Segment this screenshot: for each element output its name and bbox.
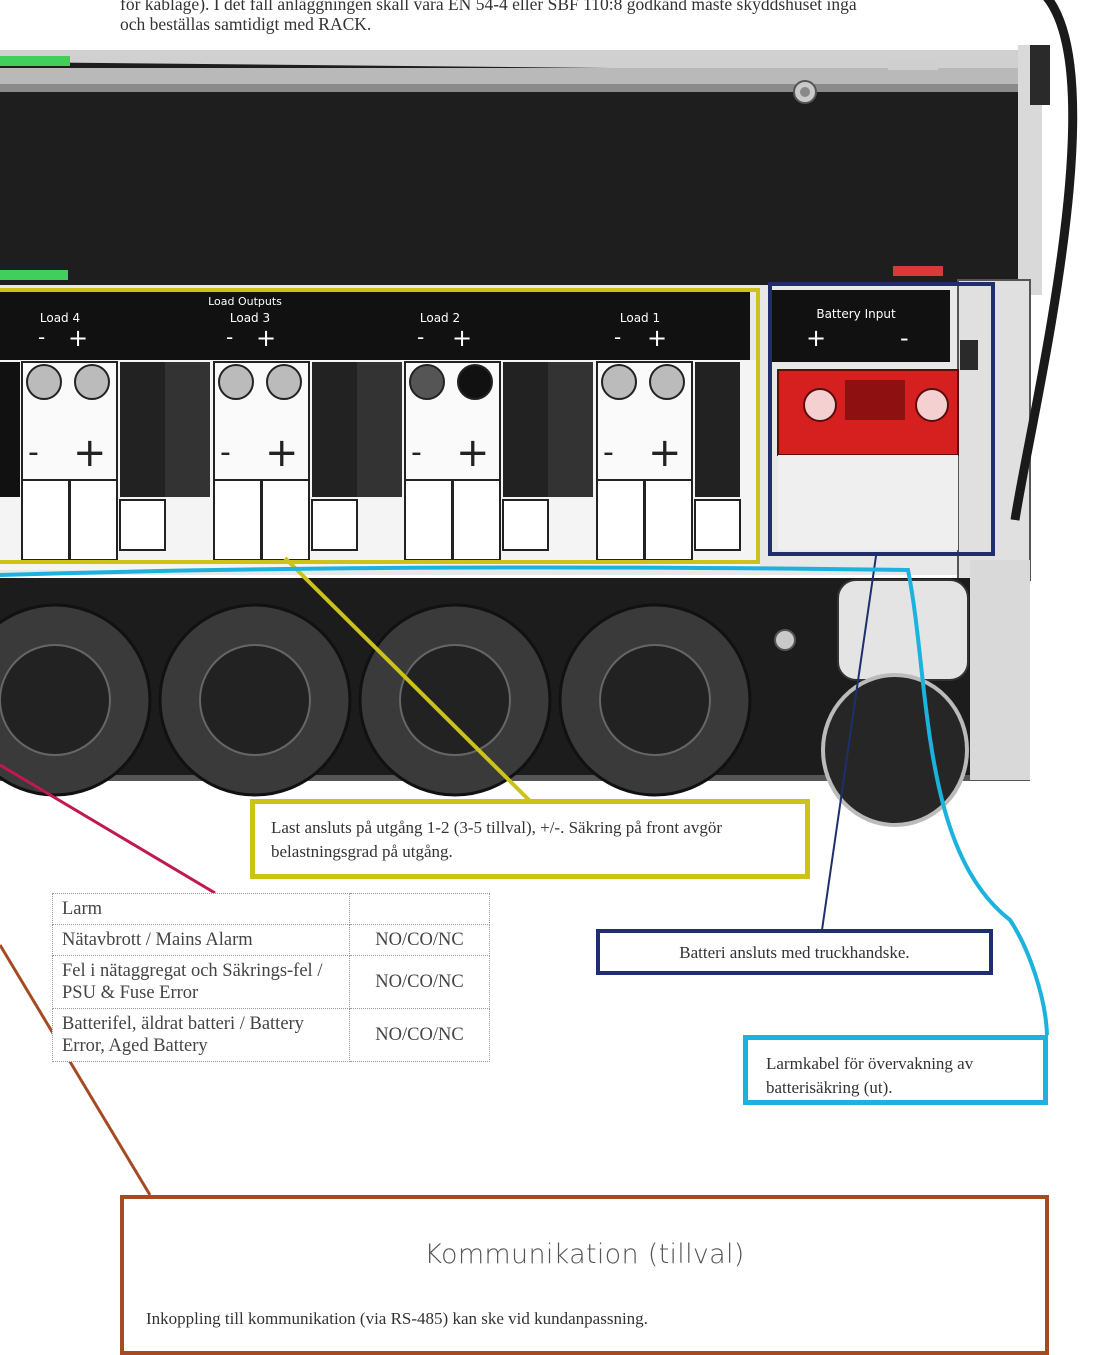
battery-fuse-holder [777,369,959,550]
load2-plus: + [452,324,472,352]
alarm-row-label: Fel i nätaggregat och Säkrings-fel / PSU… [52,955,350,1009]
load3-plus: + [256,324,276,352]
alarm-table: Larm Nätavbrott / Mains Alarm NO/CO/NC F… [52,893,490,1062]
load3-label: Load 3 [230,311,270,325]
load4-minus: - [38,325,45,349]
load-callout-text: Last ansluts på utgång 1-2 (3-5 tillval)… [271,818,723,861]
load4-plus: + [68,324,88,352]
term2-plus: + [456,430,490,476]
load3-minus: - [226,325,233,349]
intro-line-2: och beställas samtidigt med RACK. [120,14,372,34]
alarm-header: Larm [52,893,350,925]
term1-minus: - [603,435,614,470]
cable-gland [821,579,969,827]
load4-label: Load 4 [40,311,80,325]
alarm-row-value: NO/CO/NC [349,955,490,1009]
battery-minus: - [900,324,909,352]
term2-minus: - [411,435,422,470]
term4-minus: - [28,435,39,470]
term3-minus: - [220,435,231,470]
alarm-row-value: NO/CO/NC [349,924,490,956]
table-row: Batterifel, äldrat batteri / Battery Err… [52,1008,490,1062]
alarm-cable-callout: Larmkabel för övervakning av batterisäkr… [743,1035,1048,1105]
table-row: Fel i nätaggregat och Säkrings-fel / PSU… [52,955,490,1009]
term3-plus: + [265,430,299,476]
alarm-cable-callout-text: Larmkabel för övervakning av batterisäkr… [766,1054,974,1097]
alarm-row-value: NO/CO/NC [349,1008,490,1062]
intro-line-1: för kablage). I det fall anläggningen sk… [120,0,857,14]
alarm-leader-line [0,763,216,895]
screw-top [793,80,817,104]
battery-callout-text: Batteri ansluts med truckhandske. [679,943,910,962]
alarm-row-label: Batterifel, äldrat batteri / Battery Err… [52,1008,350,1062]
term1-plus: + [648,430,682,476]
table-row: Larm [52,893,490,925]
table-row: Nätavbrott / Mains Alarm NO/CO/NC [52,924,490,956]
device-illustration: Load Outputs Load 4 Load 3 Load 2 Load 1… [0,0,1078,1196]
load1-minus: - [614,325,621,349]
load2-minus: - [417,325,424,349]
screw-bottom [774,629,796,651]
communication-callout: Kommunikation (tillval) Inkoppling till … [120,1195,1049,1355]
battery-plus: + [806,324,826,352]
load2-label: Load 2 [420,311,460,325]
load-callout: Last ansluts på utgång 1-2 (3-5 tillval)… [250,799,810,879]
communication-text: Inkoppling till kommunikation (via RS-48… [146,1309,648,1328]
load1-label: Load 1 [620,311,660,325]
connector-section [0,279,1031,581]
alarm-row-label: Nätavbrott / Mains Alarm [52,924,350,956]
load1-plus: + [647,324,667,352]
battery-callout: Batteri ansluts med truckhandske. [596,929,993,975]
intro-text: för kablage). I det fall anläggningen sk… [120,0,1080,34]
load-outputs-label: Load Outputs [208,295,282,308]
battery-input-label: Battery Input [816,307,896,321]
cabinet-top [0,45,1050,295]
term4-plus: + [73,430,107,476]
alarm-header-value [349,893,490,925]
communication-title: Kommunikation (tillval) [424,1239,745,1270]
